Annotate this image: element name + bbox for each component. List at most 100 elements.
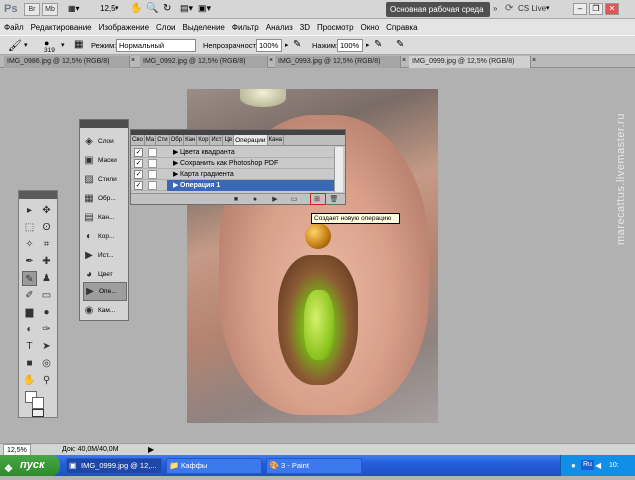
tab-masks[interactable]: Ма [145, 135, 157, 145]
spot-heal-icon[interactable]: ✚ [39, 254, 54, 269]
zoom-tool-icon[interactable]: 🔍 [146, 3, 158, 14]
stop-icon[interactable]: ■ [231, 195, 241, 204]
tab-close-icon[interactable]: × [402, 57, 406, 64]
menu-layers[interactable]: Слои [156, 23, 175, 32]
dock-header[interactable] [80, 120, 128, 128]
3d-rotate-icon[interactable]: ◎ [39, 356, 54, 371]
panel-corrections[interactable]: ◐ Кор... [83, 227, 127, 246]
play-icon[interactable]: ▶ [270, 195, 280, 204]
volume-icon[interactable]: ◀ [595, 455, 601, 476]
dialog-toggle[interactable] [148, 159, 157, 168]
eyedropper-icon[interactable]: ✒ [22, 254, 37, 269]
panel-channels[interactable]: ▤ Кан... [83, 208, 127, 227]
pressure-size-icon[interactable]: ✎ [396, 39, 404, 50]
tool-preset-dropdown-icon[interactable]: ▾ [24, 41, 28, 49]
clock[interactable]: 10: [609, 455, 619, 476]
toggle-check-icon[interactable]: ✓ [134, 159, 143, 168]
zoom-level[interactable]: 12,5 [100, 4, 116, 13]
tab-color[interactable]: Цв [223, 135, 235, 145]
brush-panel-icon[interactable]: ▦ [74, 39, 83, 50]
clone-stamp-icon[interactable]: ♟ [39, 271, 54, 286]
task-photoshop[interactable]: ▣ IMG_0999.jpg @ 12,... [66, 458, 162, 474]
menu-window[interactable]: Окно [361, 23, 380, 32]
workspace-more-icon[interactable]: » [493, 4, 497, 13]
tab-corrections[interactable]: Кор [197, 135, 211, 145]
panel-actions[interactable]: ▶ Опе... [83, 282, 127, 301]
flow-input[interactable]: 100% [337, 39, 363, 52]
bridge-icon[interactable]: Br [24, 3, 40, 16]
tab-actions[interactable]: Операции [234, 135, 268, 145]
menu-analysis[interactable]: Анализ [266, 23, 293, 32]
action-row[interactable]: ✓ ▶ Карта градиента [131, 169, 339, 180]
opacity-dropdown-icon[interactable]: ▸ [285, 41, 289, 49]
toggle-check-icon[interactable]: ✓ [134, 148, 143, 157]
zoom-icon[interactable]: ⚲ [39, 373, 54, 388]
brush-tool-icon[interactable]: 🖌 [8, 39, 22, 52]
toggle-check-icon[interactable]: ✓ [134, 170, 143, 179]
opacity-input[interactable]: 100% [256, 39, 282, 52]
flow-dropdown-icon[interactable]: ▸ [366, 41, 370, 49]
dodge-icon[interactable]: ◐ [22, 322, 37, 337]
history-brush-icon[interactable]: ✐ [22, 288, 37, 303]
path-select-icon[interactable]: ➤ [39, 339, 54, 354]
restore-icon[interactable]: ❐ [589, 3, 603, 15]
action-row[interactable]: ✓ ▶ Цвета квадранта [131, 147, 339, 158]
brush-dropdown-icon[interactable]: ▾ [61, 41, 65, 49]
quick-mask-icon[interactable] [32, 409, 44, 417]
dialog-toggle[interactable] [148, 181, 157, 190]
doc-tab[interactable]: IMG_0986.jpg @ 12,5% (RGB/8) [4, 56, 130, 68]
minibridge-icon[interactable]: Mb [42, 3, 58, 16]
screen-mode-icon[interactable]: ▣▾ [198, 3, 211, 14]
panel-styles[interactable]: ▨ Стили [83, 170, 127, 189]
tab-channels-2[interactable]: Кана [268, 135, 285, 145]
gradient-icon[interactable]: ▆ [22, 305, 37, 320]
task-folder[interactable]: 📁 Каффы [166, 458, 262, 474]
rotate-view-icon[interactable]: ↻ [163, 3, 171, 14]
panel-layers[interactable]: ◈ Слои [83, 132, 127, 151]
shape-tool-icon[interactable]: ■ [22, 356, 37, 371]
eraser-icon[interactable]: ▭ [39, 288, 54, 303]
menu-view[interactable]: Просмотр [317, 23, 354, 32]
tab-close-icon[interactable]: × [269, 57, 273, 64]
tab-close-icon[interactable]: × [532, 57, 536, 64]
move-tool-icon[interactable]: ▸ [22, 203, 37, 218]
new-set-icon[interactable]: ▭ [289, 195, 299, 204]
move-arrow-icon[interactable]: ✥ [39, 203, 54, 218]
workspace-button[interactable]: Основная рабочая среда [386, 2, 490, 17]
menu-file[interactable]: Файл [4, 23, 24, 32]
delete-icon[interactable]: 🗑 [329, 195, 339, 204]
menu-help[interactable]: Справка [386, 23, 417, 32]
marquee-tool-icon[interactable]: ⬚ [22, 220, 37, 235]
mode-select[interactable]: Нормальный [116, 39, 196, 52]
menu-select[interactable]: Выделение [182, 23, 224, 32]
minimize-icon[interactable]: – [573, 3, 587, 15]
cs-live-label[interactable]: CS Live [518, 4, 546, 13]
tab-channels[interactable]: Кан [184, 135, 198, 145]
pen-tool-icon[interactable]: ✑ [39, 322, 54, 337]
pressure-opacity-icon[interactable]: ✎ [293, 39, 301, 50]
menu-3d[interactable]: 3D [300, 23, 310, 32]
brush-tool-selected-icon[interactable]: ✎ [22, 271, 37, 286]
doc-tab-active[interactable]: IMG_0999.jpg @ 12,5% (RGB/8) [409, 56, 531, 68]
panel-camera[interactable]: ◉ Кам... [83, 301, 127, 320]
hand-tool-icon[interactable]: ✋ [130, 3, 142, 14]
expand-arrow-icon[interactable]: ▶ [173, 169, 178, 180]
task-paint[interactable]: 🎨 3 - Paint [266, 458, 362, 474]
blur-icon[interactable]: ● [39, 305, 54, 320]
dialog-toggle[interactable] [148, 148, 157, 157]
zoom-dropdown-icon[interactable]: ▾ [115, 4, 119, 12]
view-extras-icon[interactable]: ▦▾ [68, 4, 80, 13]
background-color-swatch[interactable] [32, 397, 44, 409]
menu-edit[interactable]: Редактирование [31, 23, 92, 32]
tools-panel-header[interactable] [19, 191, 57, 199]
quick-select-icon[interactable]: ✧ [22, 237, 37, 252]
lasso-tool-icon[interactable]: ʘ [39, 220, 54, 235]
close-icon[interactable]: ✕ [605, 3, 619, 15]
expand-arrow-icon[interactable]: ▶ [173, 147, 178, 158]
tab-close-icon[interactable]: × [131, 57, 135, 64]
language-indicator[interactable]: Ru [581, 460, 594, 470]
tab-history[interactable]: Ист [210, 135, 224, 145]
doc-tab[interactable]: IMG_0993.jpg @ 12,5% (RGB/8) [275, 56, 401, 68]
airbrush-icon[interactable]: ✎ [374, 39, 382, 50]
actions-scrollbar[interactable] [334, 147, 343, 192]
